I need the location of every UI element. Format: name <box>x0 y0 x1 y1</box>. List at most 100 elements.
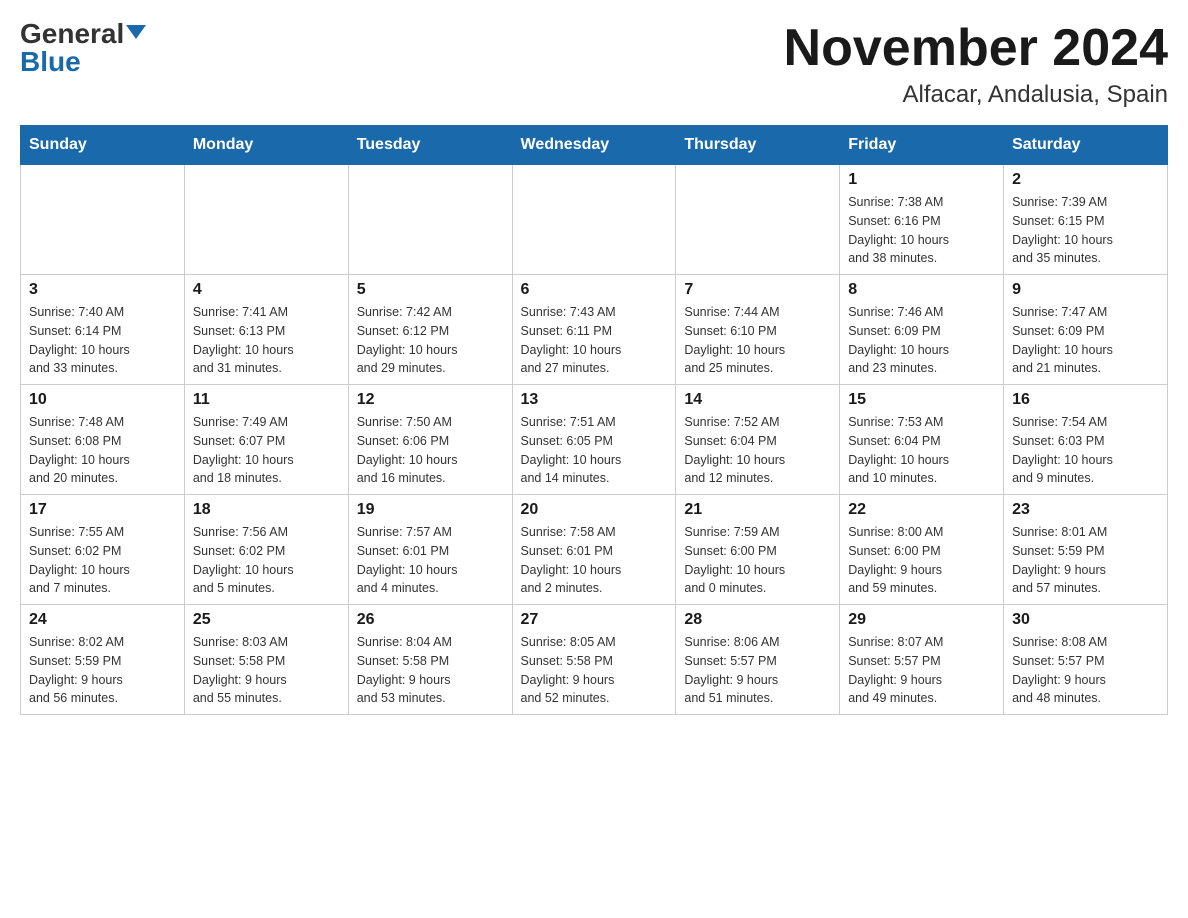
day-info: Sunrise: 7:40 AMSunset: 6:14 PMDaylight:… <box>29 303 176 378</box>
calendar-cell: 23 Sunrise: 8:01 AMSunset: 5:59 PMDayligh… <box>1004 495 1168 605</box>
calendar-cell <box>676 165 840 275</box>
day-number: 17 <box>29 501 176 519</box>
day-number: 26 <box>357 611 504 629</box>
calendar-cell <box>512 165 676 275</box>
day-number: 2 <box>1012 171 1159 189</box>
calendar-cell: 7 Sunrise: 7:44 AMSunset: 6:10 PMDaylight… <box>676 275 840 385</box>
weekday-header: Thursday <box>676 126 840 165</box>
day-info: Sunrise: 7:44 AMSunset: 6:10 PMDaylight:… <box>684 303 831 378</box>
calendar-cell: 6 Sunrise: 7:43 AMSunset: 6:11 PMDaylight… <box>512 275 676 385</box>
calendar-cell: 26 Sunrise: 8:04 AMSunset: 5:58 PMDayligh… <box>348 605 512 715</box>
day-number: 25 <box>193 611 340 629</box>
day-number: 8 <box>848 281 995 299</box>
day-info: Sunrise: 7:41 AMSunset: 6:13 PMDaylight:… <box>193 303 340 378</box>
day-info: Sunrise: 8:05 AMSunset: 5:58 PMDaylight:… <box>521 633 668 708</box>
page-header: General Blue November 2024 Alfacar, Anda… <box>20 20 1168 109</box>
weekday-header: Saturday <box>1004 126 1168 165</box>
calendar-cell: 2 Sunrise: 7:39 AMSunset: 6:15 PMDaylight… <box>1004 165 1168 275</box>
day-number: 3 <box>29 281 176 299</box>
calendar-header-row: SundayMondayTuesdayWednesdayThursdayFrid… <box>21 126 1168 165</box>
day-number: 20 <box>521 501 668 519</box>
weekday-header: Wednesday <box>512 126 676 165</box>
day-info: Sunrise: 7:53 AMSunset: 6:04 PMDaylight:… <box>848 413 995 488</box>
calendar-cell: 9 Sunrise: 7:47 AMSunset: 6:09 PMDaylight… <box>1004 275 1168 385</box>
day-number: 23 <box>1012 501 1159 519</box>
calendar-cell: 5Sunrise: 7:42 AMSunset: 6:12 PMDaylight… <box>348 275 512 385</box>
calendar-cell <box>184 165 348 275</box>
logo: General Blue <box>20 20 146 76</box>
day-info: Sunrise: 7:57 AMSunset: 6:01 PMDaylight:… <box>357 523 504 598</box>
calendar-week-row: 3 Sunrise: 7:40 AMSunset: 6:14 PMDaylight… <box>21 275 1168 385</box>
day-info: Sunrise: 8:07 AMSunset: 5:57 PMDaylight:… <box>848 633 995 708</box>
calendar-cell: 4Sunrise: 7:41 AMSunset: 6:13 PMDaylight… <box>184 275 348 385</box>
day-number: 13 <box>521 391 668 409</box>
calendar-cell: 28 Sunrise: 8:06 AMSunset: 5:57 PMDayligh… <box>676 605 840 715</box>
day-info: Sunrise: 8:03 AMSunset: 5:58 PMDaylight:… <box>193 633 340 708</box>
calendar-cell: 12 Sunrise: 7:50 AMSunset: 6:06 PMDayligh… <box>348 385 512 495</box>
day-number: 28 <box>684 611 831 629</box>
day-info: Sunrise: 7:52 AMSunset: 6:04 PMDaylight:… <box>684 413 831 488</box>
calendar-cell: 8 Sunrise: 7:46 AMSunset: 6:09 PMDaylight… <box>840 275 1004 385</box>
day-number: 15 <box>848 391 995 409</box>
day-info: Sunrise: 7:48 AMSunset: 6:08 PMDaylight:… <box>29 413 176 488</box>
logo-general-text: General <box>20 20 124 48</box>
calendar-table: SundayMondayTuesdayWednesdayThursdayFrid… <box>20 125 1168 715</box>
day-number: 11 <box>193 391 340 409</box>
day-info: Sunrise: 8:08 AMSunset: 5:57 PMDaylight:… <box>1012 633 1159 708</box>
day-number: 7 <box>684 281 831 299</box>
weekday-header: Sunday <box>21 126 185 165</box>
calendar-cell: 16 Sunrise: 7:54 AMSunset: 6:03 PMDayligh… <box>1004 385 1168 495</box>
day-info: Sunrise: 7:47 AMSunset: 6:09 PMDaylight:… <box>1012 303 1159 378</box>
day-number: 22 <box>848 501 995 519</box>
day-info: Sunrise: 8:04 AMSunset: 5:58 PMDaylight:… <box>357 633 504 708</box>
day-info: Sunrise: 8:01 AMSunset: 5:59 PMDaylight:… <box>1012 523 1159 598</box>
calendar-cell: 17 Sunrise: 7:55 AMSunset: 6:02 PMDayligh… <box>21 495 185 605</box>
calendar-cell <box>21 165 185 275</box>
day-info: Sunrise: 7:55 AMSunset: 6:02 PMDaylight:… <box>29 523 176 598</box>
day-number: 16 <box>1012 391 1159 409</box>
calendar-week-row: 1Sunrise: 7:38 AMSunset: 6:16 PMDaylight… <box>21 165 1168 275</box>
day-info: Sunrise: 7:39 AMSunset: 6:15 PMDaylight:… <box>1012 193 1159 268</box>
month-title: November 2024 <box>784 20 1168 77</box>
calendar-cell: 30Sunrise: 8:08 AMSunset: 5:57 PMDayligh… <box>1004 605 1168 715</box>
calendar-cell: 11Sunrise: 7:49 AMSunset: 6:07 PMDayligh… <box>184 385 348 495</box>
day-info: Sunrise: 7:42 AMSunset: 6:12 PMDaylight:… <box>357 303 504 378</box>
day-info: Sunrise: 8:02 AMSunset: 5:59 PMDaylight:… <box>29 633 176 708</box>
day-number: 29 <box>848 611 995 629</box>
day-info: Sunrise: 7:58 AMSunset: 6:01 PMDaylight:… <box>521 523 668 598</box>
calendar-week-row: 24 Sunrise: 8:02 AMSunset: 5:59 PMDayligh… <box>21 605 1168 715</box>
calendar-cell: 14 Sunrise: 7:52 AMSunset: 6:04 PMDayligh… <box>676 385 840 495</box>
day-number: 19 <box>357 501 504 519</box>
day-number: 27 <box>521 611 668 629</box>
calendar-cell: 1Sunrise: 7:38 AMSunset: 6:16 PMDaylight… <box>840 165 1004 275</box>
day-number: 9 <box>1012 281 1159 299</box>
day-number: 14 <box>684 391 831 409</box>
day-info: Sunrise: 8:06 AMSunset: 5:57 PMDaylight:… <box>684 633 831 708</box>
calendar-cell: 24 Sunrise: 8:02 AMSunset: 5:59 PMDayligh… <box>21 605 185 715</box>
calendar-cell: 22Sunrise: 8:00 AMSunset: 6:00 PMDayligh… <box>840 495 1004 605</box>
calendar-cell: 3 Sunrise: 7:40 AMSunset: 6:14 PMDaylight… <box>21 275 185 385</box>
day-number: 10 <box>29 391 176 409</box>
day-info: Sunrise: 7:50 AMSunset: 6:06 PMDaylight:… <box>357 413 504 488</box>
day-info: Sunrise: 7:43 AMSunset: 6:11 PMDaylight:… <box>521 303 668 378</box>
calendar-cell: 19 Sunrise: 7:57 AMSunset: 6:01 PMDayligh… <box>348 495 512 605</box>
day-number: 12 <box>357 391 504 409</box>
day-info: Sunrise: 7:56 AMSunset: 6:02 PMDaylight:… <box>193 523 340 598</box>
calendar-week-row: 17 Sunrise: 7:55 AMSunset: 6:02 PMDayligh… <box>21 495 1168 605</box>
weekday-header: Tuesday <box>348 126 512 165</box>
calendar-cell: 20 Sunrise: 7:58 AMSunset: 6:01 PMDayligh… <box>512 495 676 605</box>
day-number: 6 <box>521 281 668 299</box>
calendar-cell: 21Sunrise: 7:59 AMSunset: 6:00 PMDayligh… <box>676 495 840 605</box>
location-title: Alfacar, Andalusia, Spain <box>784 81 1168 109</box>
calendar-cell: 25 Sunrise: 8:03 AMSunset: 5:58 PMDayligh… <box>184 605 348 715</box>
calendar-cell: 13Sunrise: 7:51 AMSunset: 6:05 PMDayligh… <box>512 385 676 495</box>
day-info: Sunrise: 7:59 AMSunset: 6:00 PMDaylight:… <box>684 523 831 598</box>
day-info: Sunrise: 7:38 AMSunset: 6:16 PMDaylight:… <box>848 193 995 268</box>
weekday-header: Monday <box>184 126 348 165</box>
calendar-cell: 29 Sunrise: 8:07 AMSunset: 5:57 PMDayligh… <box>840 605 1004 715</box>
day-number: 24 <box>29 611 176 629</box>
day-info: Sunrise: 7:46 AMSunset: 6:09 PMDaylight:… <box>848 303 995 378</box>
calendar-cell: 15 Sunrise: 7:53 AMSunset: 6:04 PMDayligh… <box>840 385 1004 495</box>
day-info: Sunrise: 7:54 AMSunset: 6:03 PMDaylight:… <box>1012 413 1159 488</box>
calendar-cell: 18Sunrise: 7:56 AMSunset: 6:02 PMDayligh… <box>184 495 348 605</box>
